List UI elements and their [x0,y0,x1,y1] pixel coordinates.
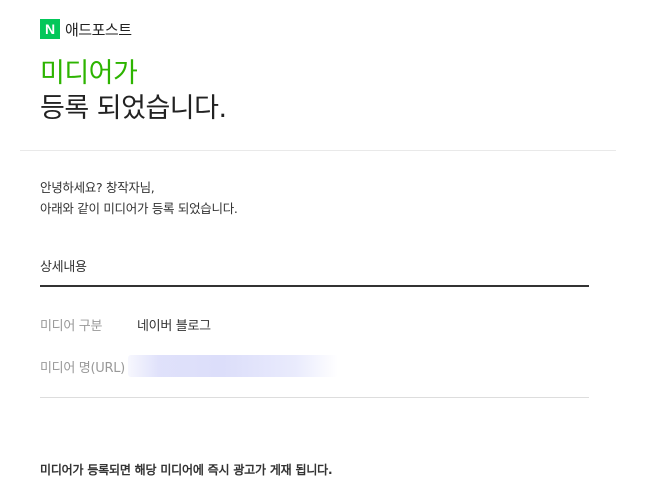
naver-logo-icon: N [40,19,60,39]
page-title: 미디어가 등록 되었습니다. [40,56,227,126]
media-type-label: 미디어 구분 [40,318,103,334]
title-main-line: 등록 되었습니다. [40,93,227,124]
details-title: 상세내용 [40,260,87,275]
media-url-value-redacted [128,355,338,377]
brand-header: N 애드포스트 [40,19,132,39]
notice-text: 미디어가 등록되면 해당 미디어에 즉시 광고가 게재 됩니다. [40,463,333,477]
media-url-label: 미디어 명(URL) [40,360,125,376]
intro-message: 안녕하세요? 창작자님, 아래와 같이 미디어가 등록 되었습니다. [40,177,238,219]
intro-greeting: 안녕하세요? 창작자님, [40,180,155,195]
media-type-value: 네이버 블로그 [137,318,211,334]
header-divider [20,150,616,151]
title-accent-line: 미디어가 [40,58,138,89]
details-bottom-divider [40,397,589,398]
brand-name: 애드포스트 [65,20,132,39]
detail-row-media-url: 미디어 명(URL) [40,354,589,378]
details-rule [40,285,589,287]
intro-body: 아래와 같이 미디어가 등록 되었습니다. [40,201,238,216]
detail-row-media-type: 미디어 구분 네이버 블로그 [40,312,589,336]
